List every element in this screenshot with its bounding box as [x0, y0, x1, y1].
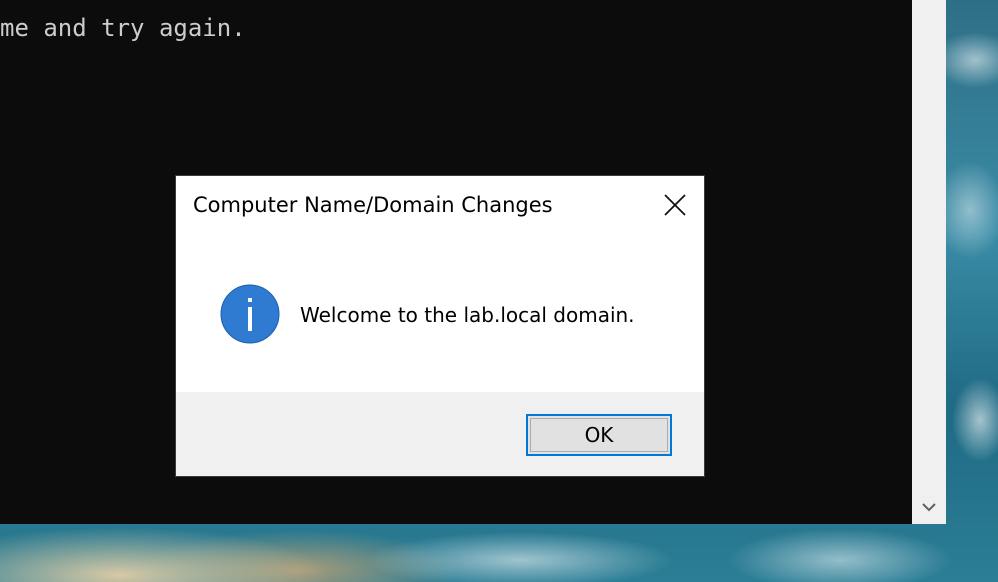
scroll-down-button[interactable]: [912, 490, 946, 524]
dialog-footer: OK: [176, 392, 704, 476]
chevron-down-icon: [922, 503, 936, 512]
dialog-message: Welcome to the lab.local domain.: [300, 303, 635, 327]
console-scrollbar[interactable]: [912, 0, 946, 524]
domain-change-dialog: Computer Name/Domain Changes Welcome to …: [176, 176, 704, 476]
console-output: me and try again.: [0, 14, 246, 42]
close-icon: [664, 194, 686, 216]
desktop: me and try again. Computer Name/Domain C…: [0, 0, 998, 582]
close-button[interactable]: [652, 184, 698, 226]
info-icon: [220, 284, 280, 344]
ok-button[interactable]: OK: [526, 414, 672, 456]
dialog-title: Computer Name/Domain Changes: [193, 193, 553, 217]
